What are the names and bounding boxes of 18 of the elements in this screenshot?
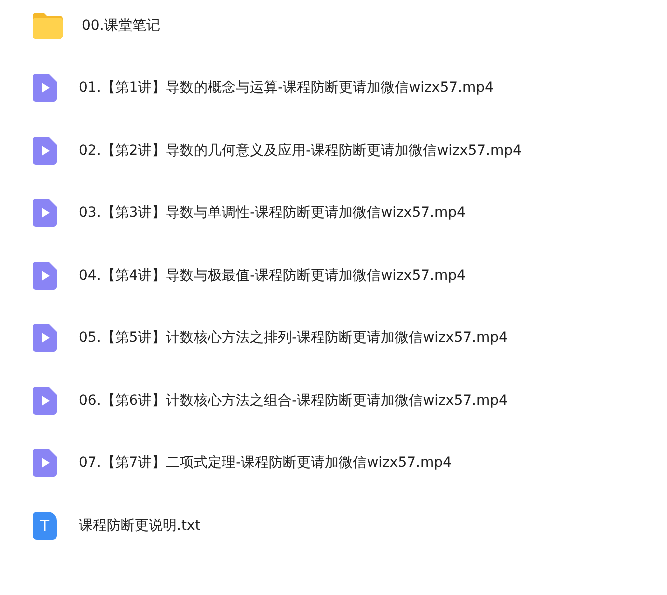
file-name[interactable]: 02.【第2讲】导数的几何意义及应用-课程防断更请加微信wizx57.mp4	[79, 142, 522, 160]
video-file-icon	[33, 136, 57, 165]
video-file-icon	[33, 74, 57, 102]
text-file-icon: T	[33, 512, 57, 540]
file-name[interactable]: 00.课堂笔记	[82, 17, 160, 35]
video-file-icon	[33, 324, 57, 352]
file-name[interactable]: 01.【第1讲】导数的概念与运算-课程防断更请加微信wizx57.mp4	[79, 79, 494, 98]
video-file-icon	[33, 449, 57, 478]
file-name[interactable]: 课程防断更说明.txt	[79, 516, 201, 535]
video-file-icon	[33, 386, 57, 415]
file-name[interactable]: 07.【第7讲】二项式定理-课程防断更请加微信wizx57.mp4	[79, 454, 452, 472]
folder-icon	[33, 13, 63, 39]
file-name[interactable]: 03.【第3讲】导数与单调性-课程防断更请加微信wizx57.mp4	[79, 204, 466, 222]
file-name[interactable]: 06.【第6讲】计数核心方法之组合-课程防断更请加微信wizx57.mp4	[79, 392, 508, 410]
file-name[interactable]: 05.【第5讲】计数核心方法之排列-课程防断更请加微信wizx57.mp4	[79, 329, 508, 348]
video-file-icon	[33, 199, 57, 228]
file-name[interactable]: 04.【第4讲】导数与极最值-课程防断更请加微信wizx57.mp4	[79, 266, 466, 285]
video-file-icon	[33, 262, 57, 290]
